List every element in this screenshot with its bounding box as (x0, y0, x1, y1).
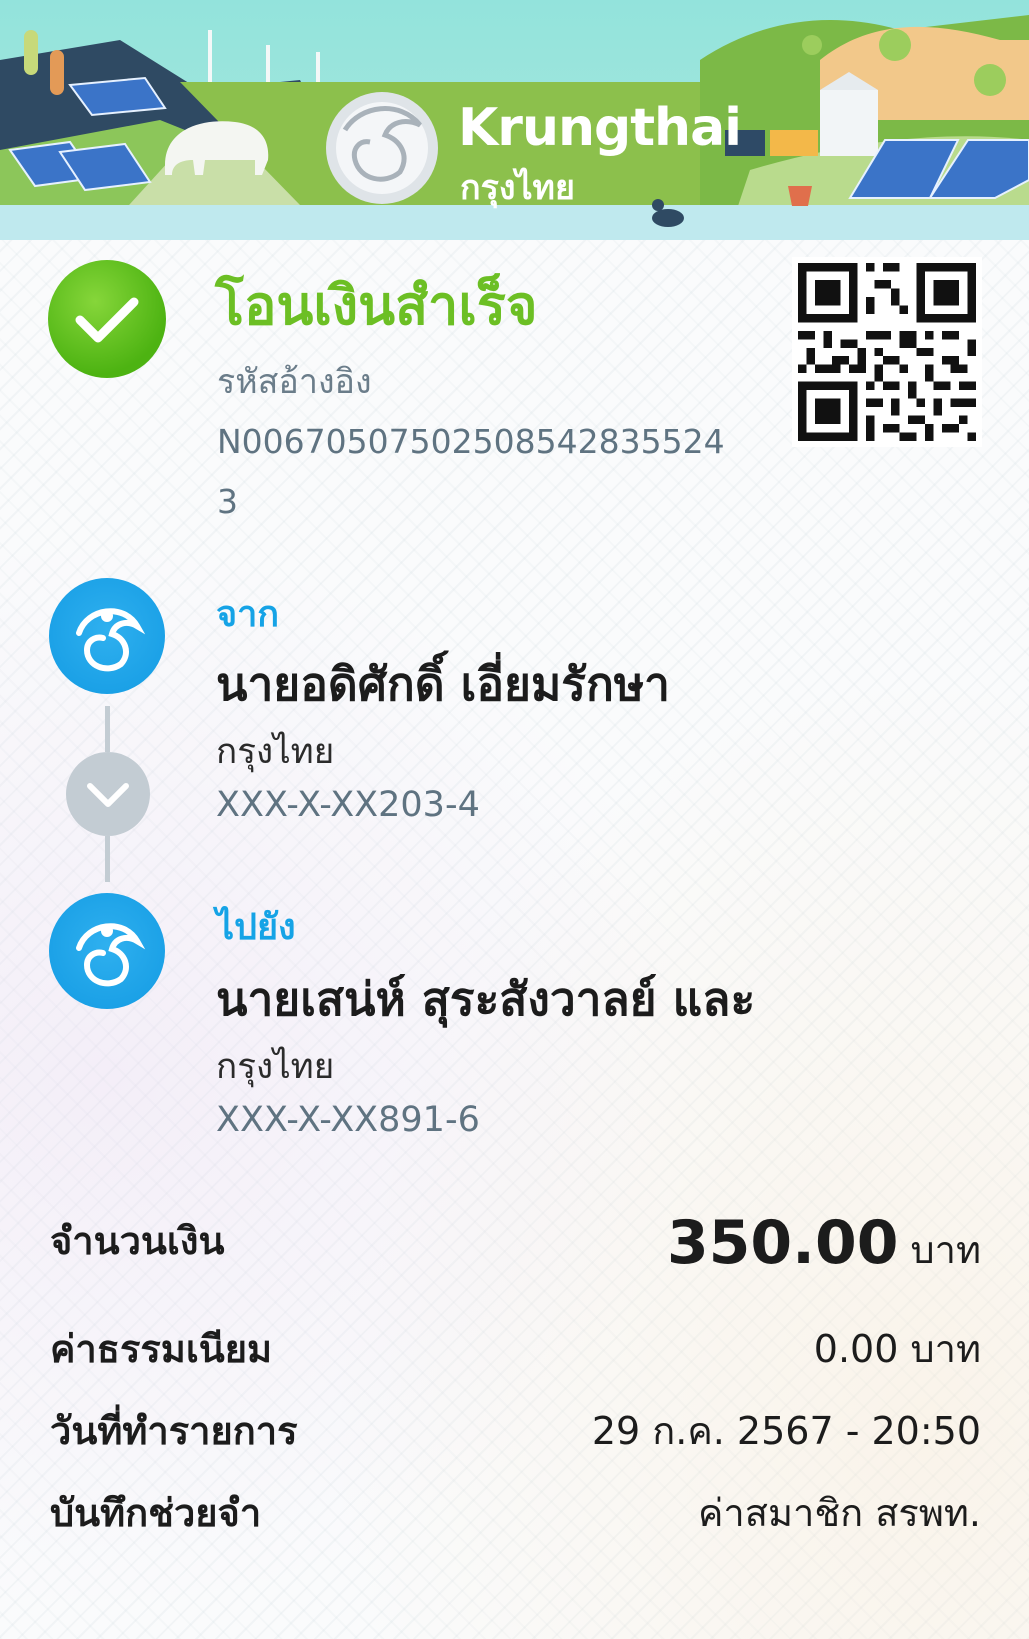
receiver-label: ไปยัง (216, 907, 296, 948)
fee-label: ค่าธรรมเนียม (50, 1327, 273, 1371)
reference-number: N00670507502508542835524 3 (217, 422, 725, 521)
qr-code[interactable] (792, 257, 982, 447)
sender-account: XXX-X-XX203-4 (216, 785, 480, 825)
amount-unit: บาท (910, 1228, 981, 1272)
amount-value-row: 350.00 บาท (667, 1208, 981, 1280)
memo-value: ค่าสมาชิก สรพท. (698, 1491, 981, 1535)
transaction-date-label: วันที่ทำรายการ (50, 1409, 298, 1453)
reference-label: รหัสอ้างอิง (217, 362, 372, 402)
sender-label: จาก (216, 594, 280, 635)
brand-name: Krungthai (458, 98, 742, 158)
krungthai-logo-icon (326, 92, 438, 204)
amount-value: 350.00 (666, 1208, 899, 1278)
brand-name-thai: กรุงไทย (460, 168, 575, 208)
sender-name: นายอดิศักดิ์ เอี่ยมรักษา (216, 657, 671, 711)
fee-value: 0.00 บาท (813, 1327, 981, 1371)
receiver-name: นายเสน่ห์ สุระสังวาลย์ และ (216, 972, 756, 1026)
sender-bank-logo-icon (49, 578, 165, 694)
amount-label: จำนวนเงิน (50, 1219, 225, 1263)
transfer-connector-line (105, 836, 110, 882)
transfer-connector-line (105, 706, 110, 752)
memo-label: บันทึกช่วยจำ (50, 1491, 262, 1535)
receiver-account: XXX-X-XX891-6 (216, 1100, 480, 1140)
receiver-bank: กรุงไทย (216, 1047, 335, 1087)
success-check-icon (48, 260, 166, 378)
header-banner: Krungthai กรุงไทย (0, 0, 1029, 240)
chevron-down-icon (66, 752, 150, 836)
receiver-bank-logo-icon (49, 893, 165, 1009)
transfer-success-title: โอนเงินสำเร็จ (215, 274, 538, 337)
sender-bank: กรุงไทย (216, 732, 335, 772)
transaction-date-value: 29 ก.ค. 2567 - 20:50 (591, 1409, 981, 1453)
